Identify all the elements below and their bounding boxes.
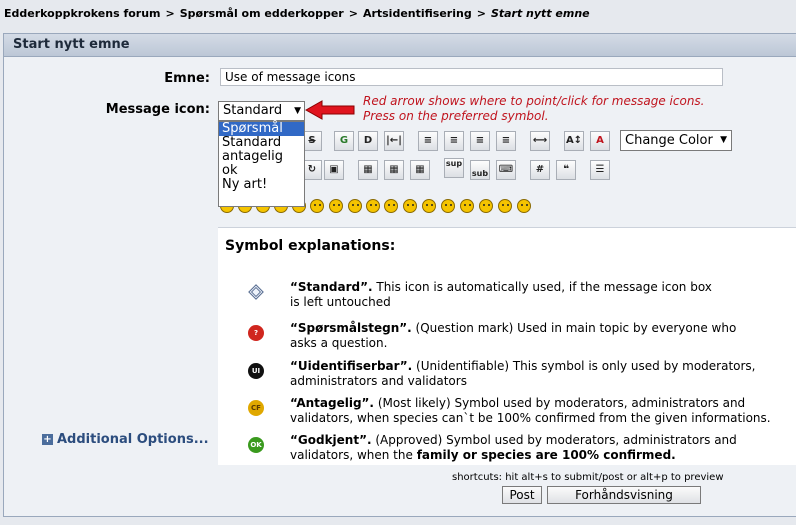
flash-button[interactable]: ↻ [302, 160, 322, 180]
strikethrough-button[interactable]: S [302, 131, 322, 151]
subject-label: Emne: [164, 71, 210, 86]
explanation-text: (Question mark) Used in main topic by ev… [411, 321, 737, 335]
quote-button[interactable]: ❝ [556, 160, 576, 180]
symbol-explanations: Symbol explanations: “Standard”. This ic… [218, 227, 796, 465]
code-button[interactable]: # [530, 160, 550, 180]
breadcrumb-link-forum[interactable]: Edderkoppkrokens forum [4, 7, 161, 20]
change-color-label: Change Color [625, 133, 713, 148]
list-button[interactable]: ☰ [590, 160, 610, 180]
font-face-button[interactable]: A [590, 131, 610, 151]
shadow-button[interactable]: D [358, 131, 378, 151]
message-icon-select[interactable]: Standard ▼ [218, 101, 305, 121]
message-icon-dropdown[interactable]: Spørsmål Standard antagelig ok Ny art! [218, 121, 305, 207]
smiley-icon[interactable] [329, 199, 343, 213]
glow-button[interactable]: G [334, 131, 354, 151]
dropdown-option-question[interactable]: Spørsmål [219, 122, 304, 136]
chevron-down-icon: ▼ [294, 106, 301, 116]
explanation-text: (Unidentifiable) This symbol is only use… [412, 359, 756, 373]
smiley-icon[interactable] [422, 199, 436, 213]
explanation-name: “Standard”. [290, 280, 373, 294]
panel-title: Start nytt emne [4, 34, 796, 57]
horizontal-rule-button[interactable]: ⟷ [530, 131, 550, 151]
most-likely-icon: CF [248, 400, 264, 416]
table-button[interactable]: ▦ [358, 160, 378, 180]
change-color-select[interactable]: Change Color ▼ [620, 130, 732, 151]
dropdown-option-ok[interactable]: ok [219, 164, 304, 178]
explanation-text: (Most likely) Symbol used by moderators,… [374, 396, 746, 410]
breadcrumb-separator: > [165, 7, 175, 20]
explanation-text: validators, when the [290, 448, 417, 462]
table-column-button[interactable]: ▦ [410, 160, 430, 180]
message-icon-selected: Standard [223, 103, 283, 118]
image-button[interactable]: ▣ [324, 160, 344, 180]
align-center-button[interactable]: ≡ [470, 131, 490, 151]
breadcrumb-separator: > [476, 7, 486, 20]
indent-button[interactable]: |←| [384, 131, 404, 151]
standard-icon [248, 284, 264, 300]
smiley-icon[interactable] [403, 199, 417, 213]
confused-smiley-icon[interactable] [384, 199, 398, 213]
hint-line-2: Press on the preferred symbol. [363, 109, 549, 123]
breadcrumb-separator: > [348, 7, 358, 20]
chevron-down-icon: ▼ [720, 135, 727, 145]
additional-options-toggle[interactable]: + Additional Options... [42, 432, 209, 447]
explanation-name: “Antagelig”. [290, 396, 374, 410]
smiley-icon[interactable] [310, 199, 324, 213]
message-icon-label: Message icon: [105, 102, 210, 117]
post-button[interactable]: Post [502, 486, 542, 504]
teletype-button[interactable]: ⌨ [496, 160, 516, 180]
preview-button[interactable]: Forhåndsvisning [547, 486, 701, 504]
font-size-button[interactable]: A↕ [564, 131, 584, 151]
explanation-text: validators, when species can`t be 100% c… [290, 411, 771, 425]
explanation-name: “Uidentifiserbar”. [290, 359, 413, 373]
breadcrumb: Edderkoppkrokens forum > Spørsmål om edder… [4, 7, 590, 20]
smiley-icon[interactable] [441, 199, 455, 213]
explanation-text: (Approved) Symbol used by moderators, ad… [371, 433, 737, 447]
explanation-text: is left untouched [290, 295, 391, 309]
table-row-button[interactable]: ▦ [384, 160, 404, 180]
smiley-icon[interactable] [460, 199, 474, 213]
additional-options-label: Additional Options... [57, 432, 209, 447]
smiley-icon[interactable] [348, 199, 362, 213]
hash-label: # [535, 164, 545, 175]
align-left-button[interactable]: ≡ [444, 131, 464, 151]
smiley-icon[interactable] [479, 199, 493, 213]
message-icon-hint: Red arrow shows where to point/click for… [363, 94, 705, 124]
dropdown-option-standard[interactable]: Standard [219, 136, 304, 150]
shortcuts-hint: shortcuts: hit alt+s to submit/post or a… [452, 472, 724, 483]
red-arrow-icon [304, 100, 355, 120]
explanation-name: “Spørsmålstegn”. [290, 321, 412, 335]
breadcrumb-link-questions[interactable]: Spørsmål om edderkopper [180, 7, 344, 20]
explanations-title: Symbol explanations: [225, 238, 396, 254]
explanation-text: asks a question. [290, 336, 388, 350]
dropdown-option-new-species[interactable]: Ny art! [219, 178, 304, 192]
question-icon: ? [248, 325, 264, 341]
approved-icon: OK [248, 437, 264, 453]
hint-line-1: Red arrow shows where to point/click for… [363, 94, 705, 108]
explanation-text: This icon is automatically used, if the … [372, 280, 712, 294]
superscript-button[interactable]: sup [444, 158, 464, 178]
smiley-icon[interactable] [366, 199, 380, 213]
subject-input[interactable] [220, 68, 723, 86]
explanation-name: “Godkjent”. [290, 433, 372, 447]
superscript-label: sup [445, 159, 463, 168]
smiley-icon[interactable] [498, 199, 512, 213]
preformatted-button[interactable]: ≡ [418, 131, 438, 151]
subscript-button[interactable]: sub [470, 160, 490, 180]
plus-icon: + [42, 434, 53, 445]
align-right-button[interactable]: ≡ [496, 131, 516, 151]
breadcrumb-current: Start nytt emne [490, 7, 590, 20]
breadcrumb-link-species-id[interactable]: Artsidentifisering [363, 7, 472, 20]
unidentifiable-icon: UI [248, 363, 264, 379]
explanation-emphasis: family or species are 100% confirmed. [416, 448, 676, 462]
dropdown-option-most-likely[interactable]: antagelig [219, 150, 304, 164]
subscript-label: sub [471, 169, 489, 178]
explanation-text: administrators and validators [290, 374, 467, 388]
new-topic-panel: Start nytt emne Emne: Message icon: Stan… [3, 33, 796, 517]
smiley-icon[interactable] [517, 199, 531, 213]
